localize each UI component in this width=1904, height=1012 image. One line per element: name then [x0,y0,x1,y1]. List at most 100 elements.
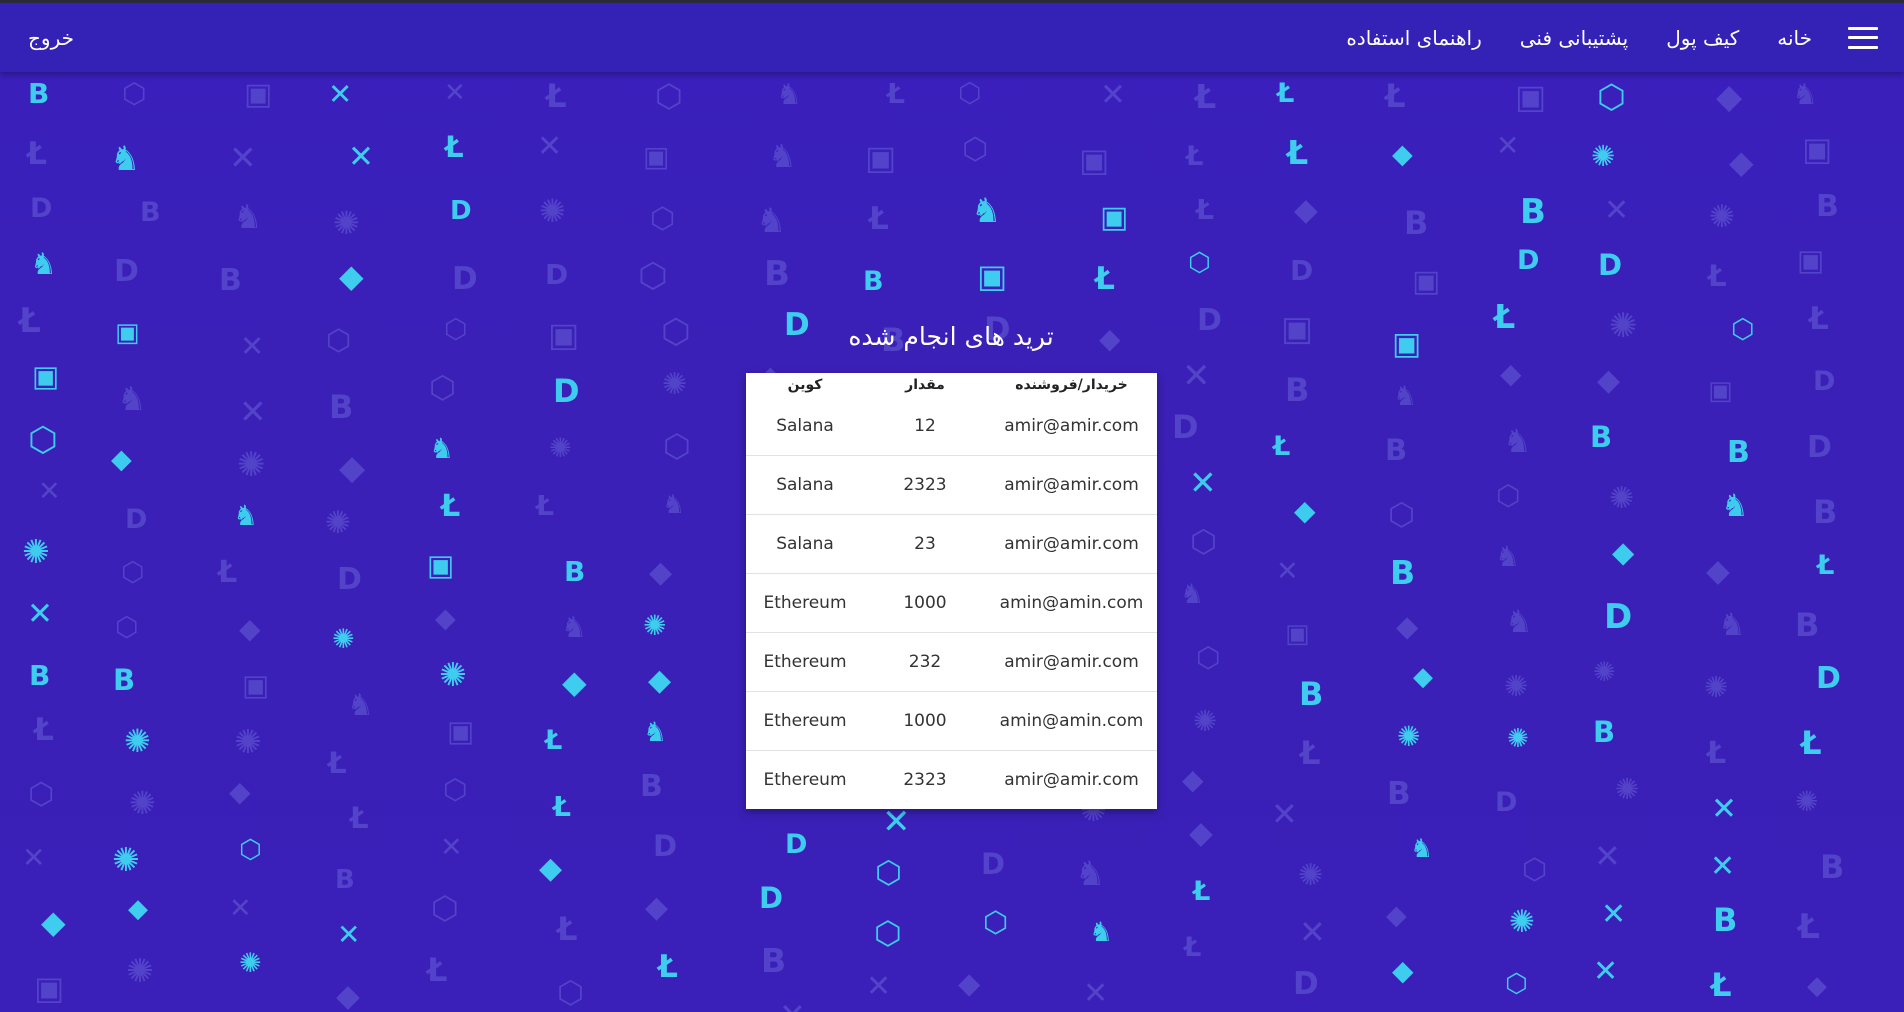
xrp-icon: ✕ [1711,791,1737,827]
cardano-icon: ✺ [129,784,156,822]
cardano-icon: ✺ [1591,139,1616,173]
tether-icon: ▣ [1515,77,1547,116]
litecoin-icon: Ł [1186,141,1204,172]
cardano-icon: ✺ [237,445,266,485]
xrp-icon: ✕ [239,392,267,431]
polygon-icon: ⬡ [1522,852,1548,886]
bitcoin-icon: B [1593,715,1616,749]
cell-user: amir@amir.com [986,397,1157,456]
litecoin-icon: Ł [328,746,347,780]
tether-icon: ▣ [244,77,273,112]
polygon-icon: ⬡ [28,777,55,812]
cardano-icon: ✺ [239,948,262,979]
ethereum-icon: ◆ [111,444,132,475]
litecoin-icon: Ł [1273,431,1291,462]
logout-button[interactable]: خروج [28,3,74,72]
cell-coin: Salana [746,455,864,515]
xrp-icon: ✕ [1299,913,1326,951]
xrp-icon: ✕ [882,802,911,842]
uniswap-icon: ♞ [1180,579,1205,610]
xrp-icon: ✕ [1100,77,1126,113]
uniswap-icon: ♞ [1075,854,1106,894]
ethereum-icon: ◆ [339,257,364,295]
dash-icon: D [545,258,569,291]
polygon-icon: ⬡ [661,312,691,352]
table-row: Ethereum 1000 amin@amin.com [746,691,1157,751]
dash-icon: D [785,829,808,860]
nav-link-support[interactable]: پشتیبانی فنی [1520,26,1628,50]
uniswap-icon: ♞ [30,247,57,282]
uniswap-icon: ♞ [1792,77,1818,111]
top-navbar: خانه کیف پول پشتیبانی فنی راهنمای استفاد… [0,0,1904,72]
cardano-icon: ✺ [234,722,262,761]
polygon-icon: ⬡ [875,855,903,891]
cell-amount: 1000 [864,573,986,633]
table-header-row: کوین مقدار خریدار/فروشنده [746,373,1157,397]
ethereum-icon: ◆ [539,851,563,886]
dash-icon: D [1604,597,1633,637]
tether-icon: ▣ [1281,309,1314,349]
ethereum-icon: ◆ [649,555,673,590]
cell-user: amir@amir.com [986,514,1157,574]
cardano-icon: ✺ [643,609,667,642]
tether-icon: ▣ [1100,200,1129,235]
litecoin-icon: Ł [1809,301,1829,337]
litecoin-icon: Ł [546,77,567,115]
xrp-icon: ✕ [1496,129,1520,162]
litecoin-icon: Ł [445,130,464,164]
bitcoin-icon: B [1387,776,1411,812]
nav-link-guide[interactable]: راهنمای استفاده [1346,26,1481,50]
uniswap-icon: ♞ [1505,604,1533,640]
dash-icon: D [1293,966,1319,1002]
polygon-icon: ⬡ [983,905,1009,939]
bitcoin-icon: B [1520,192,1546,232]
xrp-icon: ✕ [337,918,361,951]
bitcoin-icon: B [761,941,787,980]
cardano-icon: ✺ [126,951,154,990]
polygon-icon: ⬡ [1188,248,1211,278]
dash-icon: D [114,254,139,289]
uniswap-icon: ♞ [233,499,259,532]
uniswap-icon: ♞ [561,610,587,644]
xrp-icon: ✕ [1594,837,1621,875]
cardano-icon: ✺ [1704,670,1729,704]
cardano-icon: ✺ [112,840,140,879]
polygon-icon: ⬡ [429,370,457,406]
table-row: Ethereum 1000 amin@amin.com [746,573,1157,633]
polygon-icon: ⬡ [557,975,585,1011]
polygon-icon: ⬡ [239,835,262,865]
litecoin-icon: Ł [1711,966,1732,1004]
tether-icon: ▣ [242,668,270,702]
ethereum-icon: ◆ [645,890,669,925]
uniswap-icon: ♞ [110,139,141,179]
cell-user: amir@amir.com [986,455,1157,515]
tether-icon: ▣ [1392,326,1422,362]
bitcoin-icon: B [1385,433,1408,467]
uniswap-icon: ♞ [1721,488,1749,524]
cardano-icon: ✺ [1609,481,1635,516]
polygon-icon: ⬡ [1505,969,1528,999]
ethereum-icon: ◆ [1500,357,1522,390]
litecoin-icon: Ł [1184,932,1202,963]
ethereum-icon: ◆ [239,612,261,645]
nav-link-home[interactable]: خانه [1777,26,1812,50]
litecoin-icon: Ł [553,790,571,823]
ethereum-icon: ◆ [648,663,672,698]
cardano-icon: ✺ [1298,858,1324,893]
cardano-icon: ✺ [1193,704,1218,738]
bitcoin-icon: B [329,388,354,426]
ethereum-icon: ◆ [1392,954,1414,987]
hamburger-menu-icon[interactable] [1848,26,1878,49]
ethereum-icon: ◆ [1392,139,1413,170]
dash-icon: D [30,193,53,224]
tether-icon: ▣ [34,969,65,1007]
cell-amount: 12 [864,397,986,456]
polygon-icon: ⬡ [1196,641,1221,674]
bitcoin-icon: B [113,663,136,697]
polygon-icon: ⬡ [28,420,58,460]
nav-link-wallet[interactable]: کیف پول [1666,26,1739,50]
xrp-icon: ✕ [27,596,53,632]
dash-icon: D [1598,248,1623,282]
bitcoin-icon: B [1727,435,1750,470]
bitcoin-icon: B [1816,189,1839,224]
